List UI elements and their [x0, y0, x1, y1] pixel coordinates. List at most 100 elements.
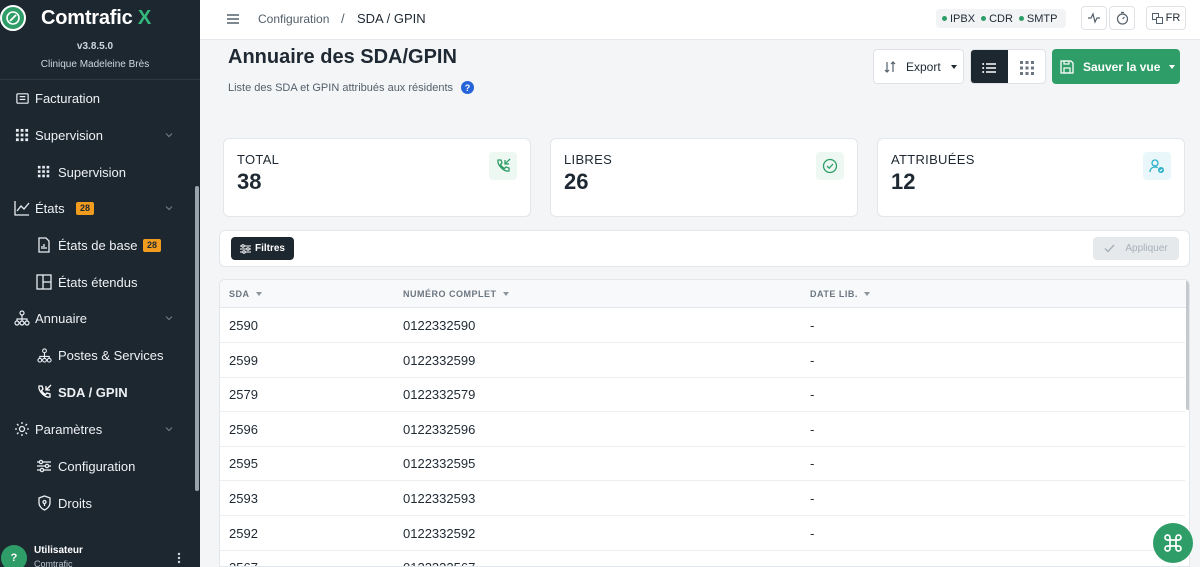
list-view-button[interactable]: [971, 50, 1008, 83]
grid-icon: [1019, 60, 1034, 75]
chevron-down-icon: [165, 206, 173, 211]
stat-value: 38: [237, 169, 262, 194]
status-dot: [981, 16, 987, 21]
activity-button[interactable]: [1081, 6, 1107, 30]
client-name: Clinique Madeleine Brès: [40, 59, 150, 70]
chevron-down-icon: [165, 133, 173, 138]
gear-icon: [14, 421, 30, 437]
hierarchy-icon: [36, 347, 52, 363]
user-org: Comtrafic: [34, 559, 73, 567]
activity-icon: [1088, 12, 1100, 24]
check-circle-icon: [816, 152, 844, 180]
layout-icon: [36, 274, 52, 290]
help-icon[interactable]: ?: [461, 81, 475, 94]
user-panel[interactable]: ? Utilisateur Comtrafic: [0, 540, 200, 567]
stat-card-total: TOTAL 38: [223, 138, 531, 217]
sidebar: Comtrafic X v3.8.5.0 Clinique Madeleine …: [0, 0, 200, 567]
sidebar-item-supervision-sub[interactable]: Supervision: [0, 156, 194, 188]
cell-date-lib: -: [810, 560, 814, 566]
sidebar-item-etats-de-base[interactable]: États de base 28: [0, 229, 194, 261]
language-button[interactable]: FR: [1146, 6, 1186, 30]
cell-sda: 2599: [229, 352, 258, 368]
cell-numero-complet: 0122332590: [403, 318, 476, 333]
top-bar: Configuration / SDA / GPIN IPBX CDR SMTP…: [200, 0, 1200, 40]
caret-down-icon: [1169, 64, 1176, 69]
chevron-down-icon: [165, 316, 173, 321]
table-row[interactable]: 2595 0122332595 -: [220, 446, 1185, 482]
cell-numero-complet: 0122332599: [403, 352, 476, 368]
translate-icon: [1151, 12, 1163, 24]
grid-view-button[interactable]: [1008, 50, 1045, 83]
command-menu-button[interactable]: [1153, 523, 1193, 563]
breadcrumb-configuration[interactable]: Configuration: [258, 12, 329, 26]
list-icon: [982, 62, 996, 73]
cell-date-lib: -: [810, 352, 815, 368]
sidebar-item-postes-services[interactable]: Postes & Services: [0, 339, 194, 371]
sidebar-item-configuration[interactable]: Configuration: [0, 450, 194, 482]
sort-icon: [502, 292, 509, 296]
sidebar-item-parametres[interactable]: Paramètres: [0, 413, 194, 445]
sidebar-item-droits[interactable]: Droits: [0, 487, 194, 519]
sidebar-item-facturation[interactable]: Facturation: [0, 82, 194, 114]
table-row[interactable]: 2592 0122332592 -: [220, 516, 1185, 551]
table-row[interactable]: 2599 0122332599 -: [220, 343, 1185, 378]
column-header-numero-complet[interactable]: NUMÉRO COMPLET: [403, 289, 509, 299]
table-row[interactable]: 2596 0122332596 -: [220, 412, 1185, 447]
sidebar-scrollbar[interactable]: [195, 186, 199, 491]
sidebar-item-supervision[interactable]: Supervision: [0, 119, 194, 151]
filter-sliders-icon: [239, 243, 251, 254]
cell-date-lib: -: [810, 525, 815, 541]
service-status: IPBX CDR SMTP: [936, 9, 1066, 28]
cell-date-lib: -: [810, 421, 815, 437]
cell-numero-complet: 0122332592: [403, 525, 476, 541]
status-dot: [942, 16, 947, 21]
stopwatch-icon: [1116, 11, 1128, 25]
stat-card-attribuees: ATTRIBUÉES 12: [877, 138, 1185, 217]
timer-button[interactable]: [1109, 6, 1135, 30]
sort-icon: [863, 292, 870, 296]
cell-sda: 2579: [229, 387, 258, 403]
column-header-date-lib[interactable]: DATE LIB.: [810, 289, 870, 299]
count-badge: 28: [76, 201, 95, 215]
sidebar-item-annuaire[interactable]: Annuaire: [0, 302, 194, 334]
menu-icon[interactable]: [226, 12, 240, 26]
sliders-icon: [36, 458, 52, 474]
app-version: v3.8.5.0: [76, 41, 114, 52]
more-vertical-icon[interactable]: [172, 551, 186, 565]
status-dot: [1018, 16, 1024, 21]
table-row[interactable]: 2593 0122332593 -: [220, 481, 1185, 516]
table-header: SDA NUMÉRO COMPLET DATE LIB.: [220, 280, 1189, 308]
sidebar-item-etats[interactable]: États 28: [0, 192, 194, 224]
stat-value: 26: [564, 169, 589, 194]
sidebar-item-sda-gpin[interactable]: SDA / GPIN: [0, 376, 194, 408]
export-button[interactable]: Export: [873, 49, 964, 84]
table-row[interactable]: 2567 0122332567 -: [220, 550, 1185, 566]
cell-numero-complet: 0122332593: [403, 491, 476, 506]
brand-header: Comtrafic X v3.8.5.0 Clinique Madeleine …: [0, 0, 200, 80]
phone-incoming-icon: [36, 384, 52, 400]
page-subtitle: Liste des SDA et GPIN attribués aux rési…: [228, 81, 475, 94]
status-cdr: CDR: [981, 13, 1013, 25]
cell-date-lib: -: [810, 491, 815, 506]
file-chart-icon: [36, 237, 52, 253]
grid-icon: [36, 164, 52, 180]
apply-button[interactable]: Appliquer: [1093, 237, 1179, 260]
save-view-button[interactable]: Sauver la vue: [1052, 49, 1180, 84]
table-scrollbar[interactable]: [1186, 280, 1189, 410]
cell-numero-complet: 0122332596: [403, 421, 476, 437]
logo-icon: [0, 5, 26, 31]
stat-value: 12: [891, 169, 916, 194]
chart-line-icon: [14, 200, 30, 216]
cell-numero-complet: 0122332595: [403, 456, 476, 472]
stat-label: ATTRIBUÉES: [891, 152, 975, 167]
column-header-sda[interactable]: SDA: [229, 289, 262, 299]
sidebar-item-etats-etendus[interactable]: États étendus: [0, 266, 194, 298]
count-badge: 28: [143, 238, 162, 252]
app-name: Comtrafic X: [41, 7, 152, 29]
table-row[interactable]: 2579 0122332579 -: [220, 377, 1185, 413]
phone-incoming-icon: [489, 152, 517, 180]
filters-button[interactable]: Filtres: [231, 237, 294, 260]
cell-sda: 2592: [229, 525, 258, 541]
table-row[interactable]: 2590 0122332590 -: [220, 308, 1185, 343]
cell-numero-complet: 0122332567: [403, 560, 475, 566]
